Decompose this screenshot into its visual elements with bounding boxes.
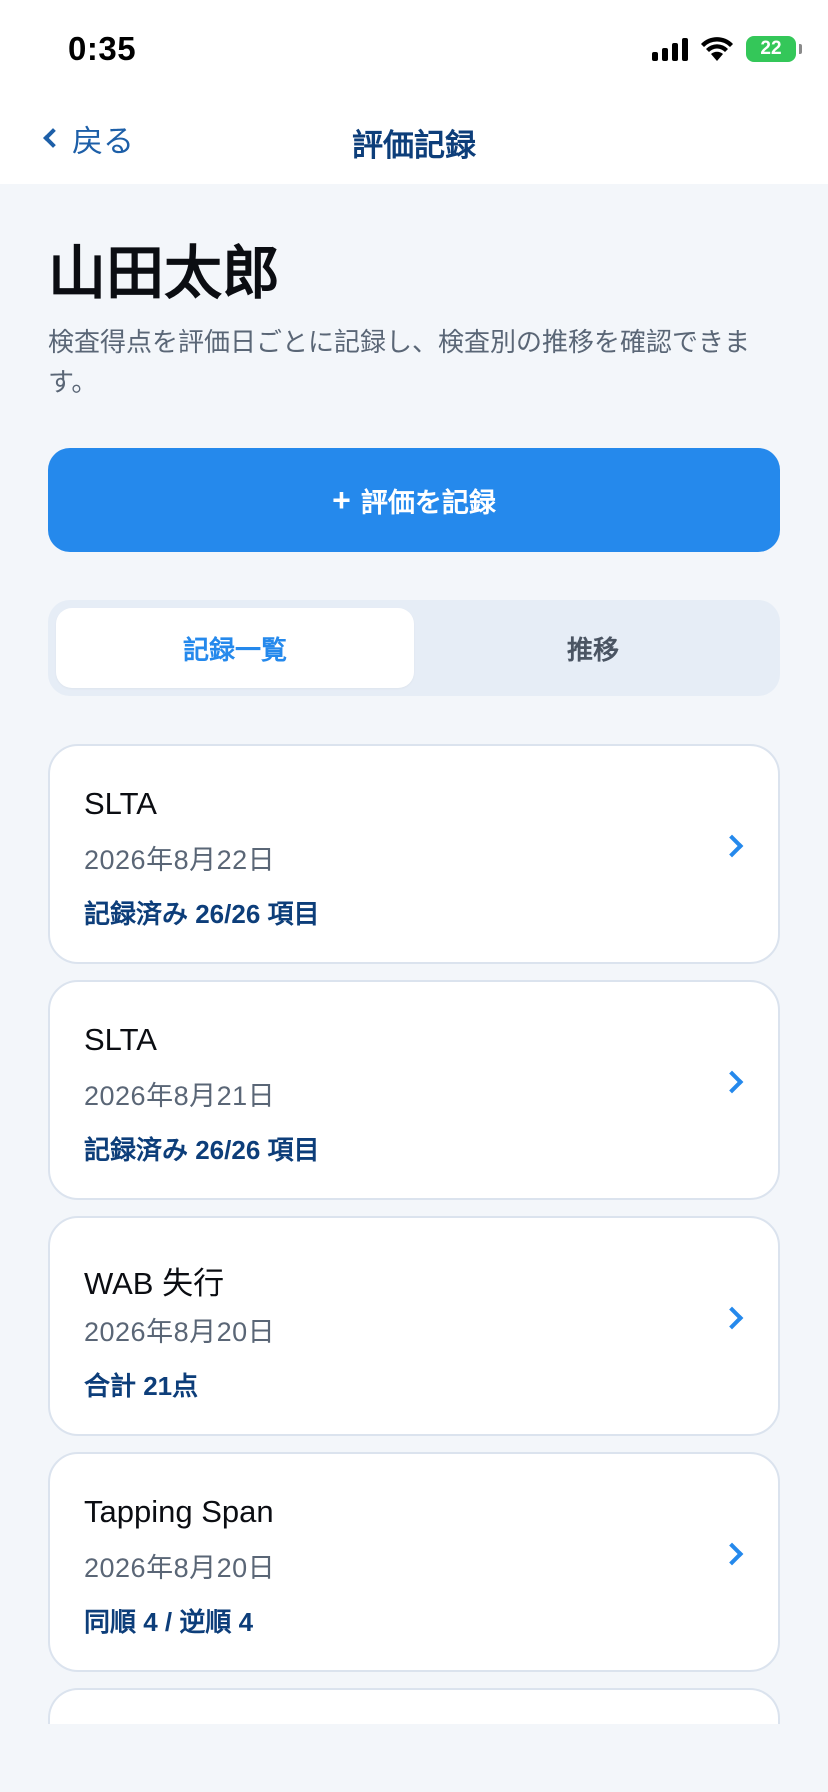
chevron-right-icon xyxy=(720,834,744,858)
status-time: 0:35 xyxy=(68,30,137,67)
plus-icon: + xyxy=(332,482,351,518)
nav-title: 評価記録 xyxy=(352,128,476,163)
wifi-icon xyxy=(701,37,733,61)
record-title: Tapping Span xyxy=(84,1494,274,1529)
record-summary: 記録済み 26/26 項目 xyxy=(84,1135,320,1165)
record-date: 2026年8月20日 xyxy=(84,1553,276,1583)
chevron-right-icon xyxy=(720,1070,744,1094)
tab-trend[interactable]: 推移 xyxy=(414,608,772,688)
record-date: 2026年8月20日 xyxy=(84,1317,276,1347)
record-summary: 記録済み 26/26 項目 xyxy=(84,899,320,929)
tab-record-list[interactable]: 記録一覧 xyxy=(56,608,414,688)
record-date: 2026年8月22日 xyxy=(84,845,276,875)
record-card[interactable]: SLTA 2026年8月22日 記録済み 26/26 項目 xyxy=(48,744,780,964)
record-card[interactable]: SLTA 2026年8月21日 記録済み 26/26 項目 xyxy=(48,980,780,1200)
chevron-right-icon xyxy=(720,1542,744,1566)
records-list: SLTA 2026年8月22日 記録済み 26/26 項目 SLTA 2026年… xyxy=(48,744,780,1724)
status-bar: 0:35 22 xyxy=(0,0,828,96)
record-summary: 合計 21点 xyxy=(84,1371,199,1401)
navigation-bar: 戻る 評価記録 xyxy=(0,96,828,184)
record-evaluation-button[interactable]: + 評価を記録 xyxy=(48,448,780,552)
record-date: 2026年8月21日 xyxy=(84,1081,276,1111)
record-title: SLTA xyxy=(84,1022,157,1057)
status-icons: 22 xyxy=(652,34,802,64)
screen: 0:35 22 戻る 評価記録 山田太郎 検査得点を評価日ごとに記録し、検査別の… xyxy=(0,0,828,1792)
record-summary: 同順 4 / 逆順 4 xyxy=(84,1607,254,1637)
record-button-label: 評価を記録 xyxy=(360,487,496,518)
patient-name: 山田太郎 xyxy=(48,241,281,306)
segmented-control: 記録一覧 推移 xyxy=(48,600,780,696)
record-card[interactable]: Tapping Span 2026年8月20日 同順 4 / 逆順 4 xyxy=(48,1452,780,1672)
record-card[interactable]: WAB 失行 2026年8月20日 合計 21点 xyxy=(48,1216,780,1436)
record-title: WAB 失行 xyxy=(84,1266,225,1301)
chevron-right-icon xyxy=(720,1306,744,1330)
battery-charging-icon: 22 xyxy=(746,36,802,62)
record-card-partial[interactable] xyxy=(48,1688,780,1724)
battery-level: 22 xyxy=(760,38,782,59)
record-title: SLTA xyxy=(84,786,157,821)
page-description: 検査得点を評価日ごとに記録し、検査別の推移を確認できます。 xyxy=(48,327,751,397)
cellular-signal-icon xyxy=(652,37,688,61)
